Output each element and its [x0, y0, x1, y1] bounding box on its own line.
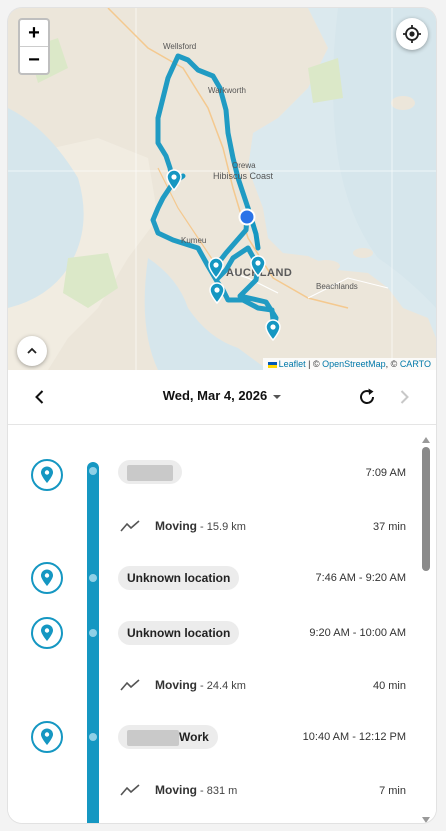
zoom-control: + − [18, 18, 50, 75]
map-pin-icon[interactable] [249, 255, 267, 277]
stop-name: Work [179, 730, 209, 744]
timeline-dot [89, 574, 97, 582]
stop-time: 9:20 AM - 10:00 AM [309, 627, 406, 639]
redacted-text [127, 729, 179, 746]
redacted-text [127, 464, 173, 481]
map-label-beachlands: Beachlands [316, 282, 358, 291]
caret-down-icon [273, 394, 282, 399]
map-pin-icon[interactable] [207, 257, 225, 279]
attribution-separator: | © [305, 359, 323, 369]
stop-name-chip[interactable]: Unknown location [118, 566, 240, 590]
moving-duration: 37 min [372, 521, 406, 533]
moving-distance: - 831 m [197, 785, 238, 797]
chevron-right-icon[interactable] [394, 387, 414, 407]
map-pin-icon[interactable] [208, 282, 226, 304]
chevron-up-icon [27, 347, 37, 354]
leaflet-link[interactable]: Leaflet [279, 359, 306, 369]
stop-time: 7:09 AM [365, 467, 406, 479]
map-pin-icon [41, 624, 53, 641]
timeline-track [87, 462, 99, 823]
zoom-out-button[interactable]: − [20, 46, 48, 73]
carto-link[interactable]: CARTO [400, 359, 431, 369]
map-pin-icon [41, 466, 53, 483]
map-view[interactable]: Wellsford Warkworth Orewa Hibiscus Coast… [8, 8, 436, 370]
map-pin-icon[interactable] [264, 319, 282, 341]
moving-duration: 40 min [372, 680, 406, 692]
date-bar: Wed, Mar 4, 2026 [8, 370, 436, 425]
timeline-scrollbar[interactable] [422, 433, 430, 823]
moving-segment: Moving - 831 m [155, 783, 237, 797]
ukraine-flag-icon [267, 361, 277, 368]
stop-time: 10:40 AM - 12:12 PM [302, 731, 406, 743]
moving-label: Moving [155, 783, 197, 797]
collapse-map-button[interactable] [17, 336, 47, 366]
locate-button[interactable] [396, 18, 428, 50]
map-label-warkworth: Warkworth [208, 86, 246, 95]
timeline-dot [89, 629, 97, 637]
stop-time: 7:46 AM - 9:20 AM [315, 572, 407, 584]
attribution-separator: , © [385, 359, 400, 369]
refresh-icon[interactable] [356, 386, 378, 408]
timeline-card: Wellsford Warkworth Orewa Hibiscus Coast… [8, 8, 436, 823]
moving-segment: Moving - 24.4 km [155, 678, 246, 692]
moving-distance: - 24.4 km [197, 680, 246, 692]
scrollbar-thumb[interactable] [422, 447, 430, 571]
map-label-orewa: Orewa [232, 161, 256, 170]
stop-name-chip[interactable]: Work [118, 725, 218, 749]
stop-marker [31, 562, 63, 594]
openstreetmap-link[interactable]: OpenStreetMap [322, 359, 386, 369]
timeline-dot [89, 467, 97, 475]
current-location-marker [238, 208, 256, 226]
scroll-down-arrow-icon[interactable] [422, 817, 430, 823]
map-pin-icon [41, 569, 53, 586]
moving-distance: - 15.9 km [197, 521, 246, 533]
stop-marker [31, 721, 63, 753]
moving-label: Moving [155, 678, 197, 692]
map-attribution: Leaflet | © OpenStreetMap, © CARTO [262, 358, 436, 370]
stop-marker [31, 459, 63, 491]
date-label: Wed, Mar 4, 2026 [162, 388, 268, 403]
zoom-in-button[interactable]: + [20, 20, 48, 46]
stop-name-chip[interactable]: Unknown location [118, 621, 240, 645]
map-pin-icon[interactable] [165, 169, 183, 191]
trend-icon [120, 520, 140, 532]
map-label-wellsford: Wellsford [163, 42, 197, 51]
crosshair-icon [403, 25, 421, 43]
scroll-up-arrow-icon[interactable] [422, 437, 430, 443]
stop-marker [31, 617, 63, 649]
stop-name-chip[interactable] [118, 460, 182, 484]
trend-icon [120, 679, 140, 691]
trend-icon [120, 784, 140, 796]
moving-duration: 7 min [379, 785, 406, 797]
map-pin-icon [41, 728, 53, 745]
timeline-list[interactable]: 7:09 AM Moving - 15.9 km 37 min Unknown … [8, 425, 436, 823]
moving-segment: Moving - 15.9 km [155, 519, 246, 533]
map-label-kumeu: Kumeu [181, 236, 207, 245]
map-label-hibiscus-coast: Hibiscus Coast [213, 171, 274, 181]
moving-label: Moving [155, 519, 197, 533]
map-tiles [8, 8, 436, 370]
timeline-dot [89, 733, 97, 741]
